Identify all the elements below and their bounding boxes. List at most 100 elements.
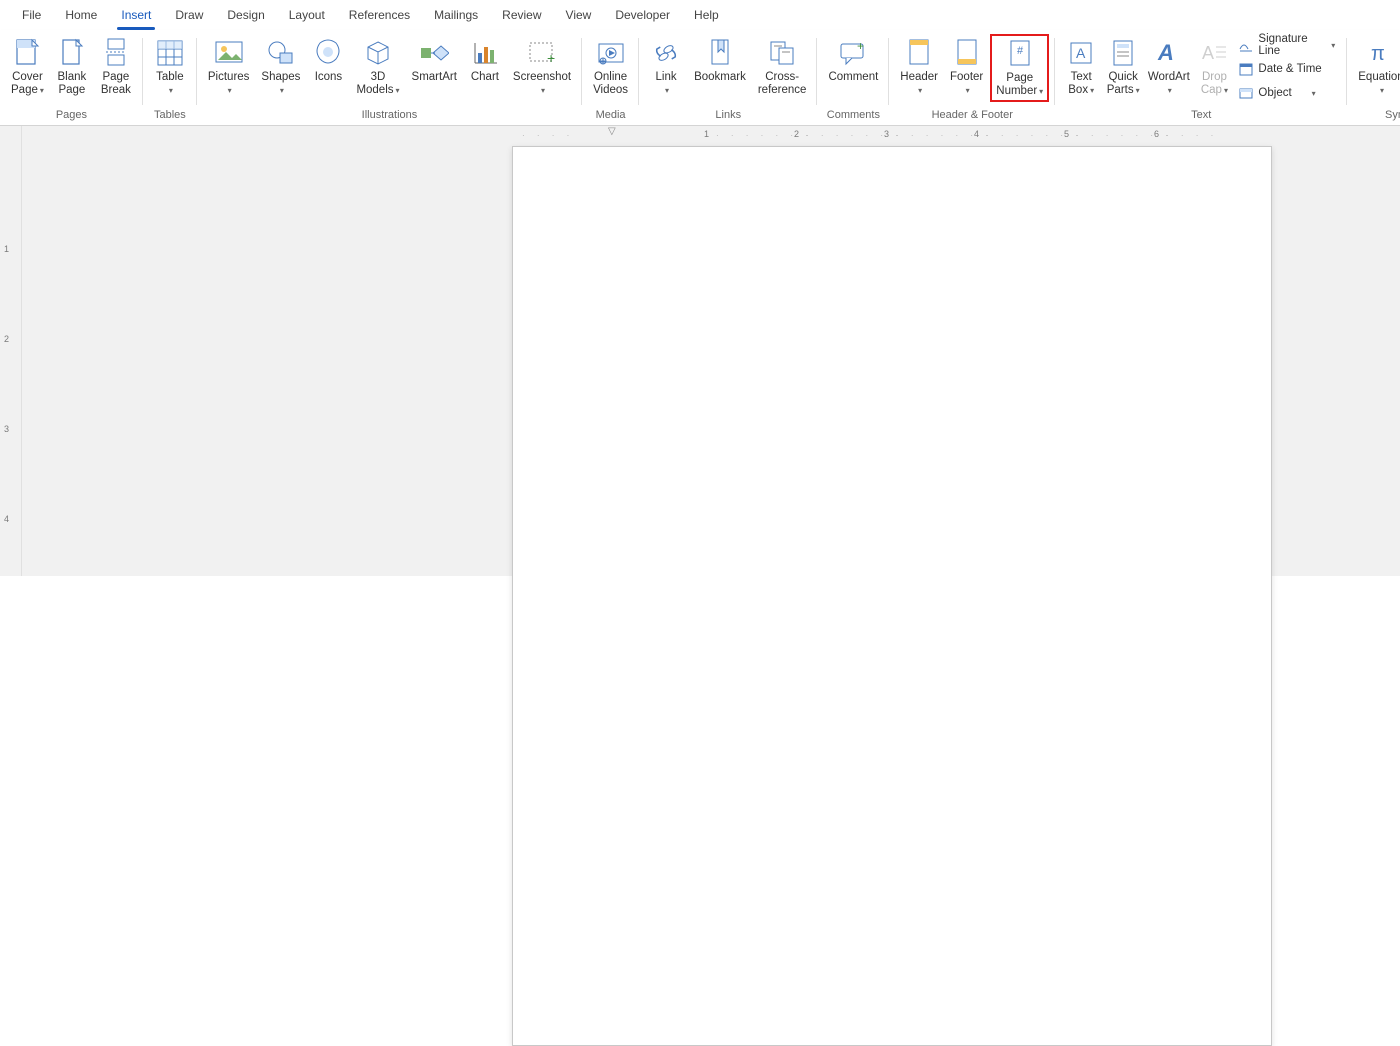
bookmark-button[interactable]: Bookmark [689,34,751,87]
group-pages: CoverPage▾ BlankPage PageBreak Pages [0,30,143,125]
footer-label: Footer▾ [950,71,983,97]
cross-reference-button[interactable]: Cross-reference [753,34,812,100]
date-time-button[interactable]: Date & Time [1236,58,1341,80]
tab-mailings[interactable]: Mailings [422,2,490,28]
tab-developer[interactable]: Developer [603,2,682,28]
page-break-button[interactable]: PageBreak [95,34,137,100]
comment-icon: + [837,37,869,69]
group-header-footer-label: Header & Footer [895,109,1049,123]
horizontal-ruler: ▽ · · · · 1 · · · · · · · 2 · · · · · · … [44,126,1400,144]
comment-button[interactable]: + Comment [823,34,883,87]
equation-button[interactable]: π Equation▾ [1353,34,1400,100]
chevron-down-icon: ▾ [228,86,232,95]
chevron-down-icon: ▾ [1380,86,1384,95]
cross-reference-icon [766,37,798,69]
menu-tabs: File Home Insert Draw Design Layout Refe… [0,0,1400,30]
tab-references[interactable]: References [337,2,422,28]
tab-layout[interactable]: Layout [277,2,337,28]
table-button[interactable]: Table▾ [149,34,191,100]
smartart-button[interactable]: SmartArt [407,34,462,87]
signature-line-label: Signature Line [1258,33,1319,57]
equation-label: Equation▾ [1358,71,1400,97]
page-break-label: PageBreak [101,71,131,97]
cover-page-label: CoverPage▾ [11,71,44,97]
bookmark-icon [704,37,736,69]
tab-home[interactable]: Home [53,2,109,28]
equation-icon: π [1365,37,1397,69]
blank-page-icon [56,37,88,69]
group-symbols-label: Symbols [1353,109,1400,123]
blank-page-label: BlankPage [57,71,86,97]
workspace: 1 2 3 4 ▽ · · · · 1 · · · · · · · 2 · · … [0,126,1400,576]
svg-text:A: A [1076,45,1086,61]
header-label: Header▾ [900,71,938,97]
page-number-label: PageNumber▾ [996,72,1043,98]
margin-marker-icon[interactable]: ▽ [608,126,616,137]
wordart-button[interactable]: A WordArt▾ [1145,34,1192,100]
hruler-tick: 2 [794,129,799,139]
blank-page-button[interactable]: BlankPage [51,34,93,100]
tab-review[interactable]: Review [490,2,553,28]
chevron-down-icon: ▾ [966,86,970,95]
table-label: Table▾ [156,71,184,97]
quick-parts-button[interactable]: QuickParts▾ [1103,34,1143,100]
chart-icon [469,37,501,69]
pictures-button[interactable]: Pictures▾ [203,34,255,100]
svg-text:+: + [547,50,555,66]
chevron-down-icon: ▾ [280,86,284,95]
drop-cap-button[interactable]: A DropCap▾ [1194,34,1234,100]
drop-cap-icon: A [1198,37,1230,69]
icons-icon [312,37,344,69]
document-page[interactable] [512,146,1272,1046]
page-area[interactable]: ▽ · · · · 1 · · · · · · · 2 · · · · · · … [22,126,1400,576]
tab-help[interactable]: Help [682,2,731,28]
link-button[interactable]: Link▾ [645,34,687,100]
group-tables: Table▾ Tables [143,30,197,125]
hruler-tick: 3 [884,129,889,139]
group-illustrations: Pictures▾ Shapes▾ Icons 3DModels▾ [197,30,582,125]
shapes-label: Shapes▾ [261,71,300,97]
group-comments: + Comment Comments [817,30,889,125]
tab-insert[interactable]: Insert [109,2,163,28]
text-small-stack: Signature Line ▾ Date & Time Object ▾ [1236,34,1341,104]
group-illustrations-label: Illustrations [203,109,576,123]
group-media: OnlineVideos Media [582,30,639,125]
page-number-button[interactable]: # PageNumber▾ [990,34,1049,102]
screenshot-label: Screenshot▾ [513,71,571,97]
cross-reference-label: Cross-reference [758,71,807,97]
cover-page-icon [11,37,43,69]
link-label: Link▾ [656,71,677,97]
text-box-button[interactable]: A TextBox▾ [1061,34,1101,100]
chevron-down-icon: ▾ [918,86,922,95]
footer-button[interactable]: Footer▾ [945,34,988,100]
object-button[interactable]: Object ▾ [1236,82,1341,104]
group-symbols: π Equation▾ Ω Symbol▾ Symbols [1347,30,1400,125]
page-break-icon [100,37,132,69]
tab-view[interactable]: View [554,2,604,28]
cover-page-button[interactable]: CoverPage▾ [6,34,49,100]
quick-parts-label: QuickParts▾ [1107,71,1140,97]
chevron-down-icon: ▾ [1224,86,1228,95]
online-videos-button[interactable]: OnlineVideos [588,34,633,100]
signature-line-button[interactable]: Signature Line ▾ [1236,34,1341,56]
tab-draw[interactable]: Draw [163,2,215,28]
group-text-label: Text [1061,109,1341,123]
chevron-down-icon: ▾ [396,86,400,95]
tab-design[interactable]: Design [215,2,276,28]
screenshot-button[interactable]: + Screenshot▾ [508,34,576,100]
group-header-footer: Header▾ Footer▾ # PageNumber▾ Header & F… [889,30,1055,125]
smartart-icon [418,37,450,69]
icons-button[interactable]: Icons [307,34,349,87]
vruler-tick: 4 [4,514,9,524]
group-comments-label: Comments [823,109,883,123]
tab-file[interactable]: File [10,2,53,28]
models3d-button[interactable]: 3DModels▾ [351,34,404,100]
pictures-label: Pictures▾ [208,71,250,97]
shapes-button[interactable]: Shapes▾ [256,34,305,100]
svg-text:+: + [857,40,864,53]
header-button[interactable]: Header▾ [895,34,943,100]
chart-button[interactable]: Chart [464,34,506,87]
smartart-label: SmartArt [412,71,457,84]
date-time-label: Date & Time [1258,63,1321,75]
ribbon: CoverPage▾ BlankPage PageBreak Pages [0,30,1400,126]
